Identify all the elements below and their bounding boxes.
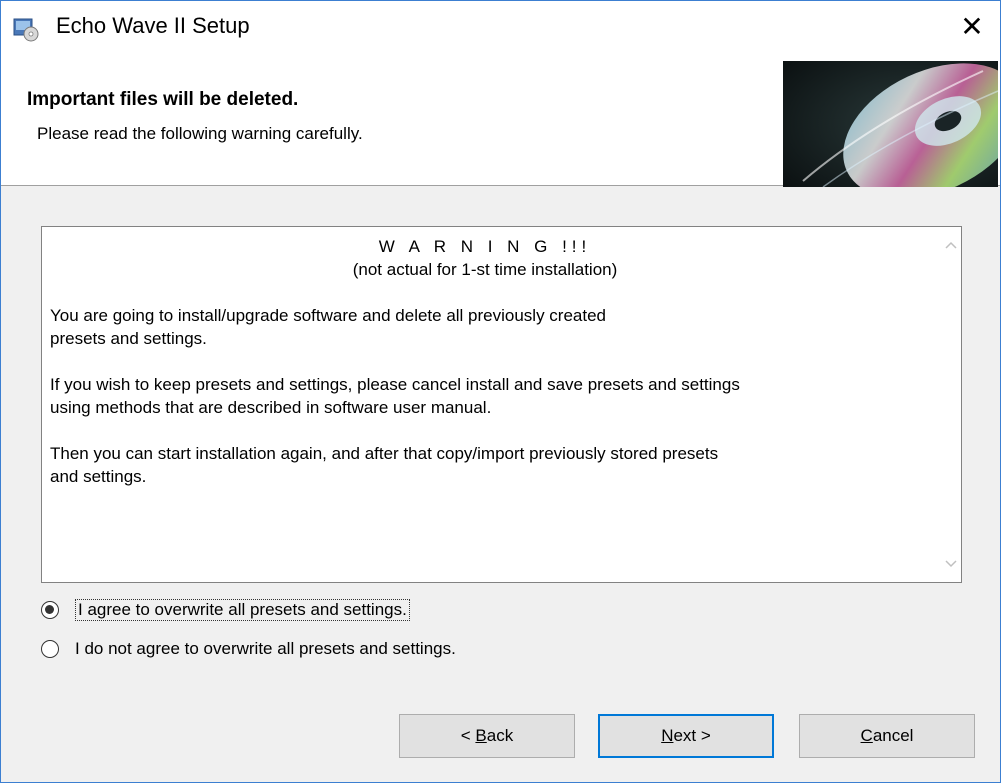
- radio-selected-dot: [45, 605, 54, 614]
- cancel-label: ancel: [872, 726, 914, 745]
- title-bar: Echo Wave II Setup ✕: [1, 1, 1000, 51]
- close-button[interactable]: ✕: [944, 1, 1000, 51]
- radio-disagree[interactable]: I do not agree to overwrite all presets …: [41, 639, 456, 659]
- header-panel: Important files will be deleted. Please …: [1, 51, 1000, 187]
- cancel-accesskey: C: [860, 726, 873, 745]
- window-title: Echo Wave II Setup: [56, 13, 250, 38]
- warning-paragraph: You are going to install/upgrade softwar…: [50, 306, 607, 348]
- header-subtitle: Please read the following warning carefu…: [37, 124, 363, 143]
- next-label: ext >: [673, 726, 711, 745]
- next-accesskey: N: [661, 726, 674, 745]
- radio-button-agree[interactable]: [41, 601, 59, 619]
- cancel-button[interactable]: Cancel: [799, 714, 975, 758]
- header-title: Important files will be deleted.: [27, 89, 299, 110]
- scroll-up-icon[interactable]: [941, 235, 961, 255]
- back-button[interactable]: < Back: [399, 714, 575, 758]
- close-icon[interactable]: ✕: [960, 10, 983, 43]
- radio-agree-label[interactable]: I agree to overwrite all presets and set…: [75, 599, 410, 621]
- next-button[interactable]: Next >: [598, 714, 774, 758]
- radio-button-disagree[interactable]: [41, 640, 59, 658]
- radio-disagree-label[interactable]: I do not agree to overwrite all presets …: [75, 639, 456, 659]
- warning-text: W A R N I N G !!! (not actual for 1-st t…: [50, 235, 920, 488]
- warning-note: (not actual for 1-st time installation): [352, 260, 618, 279]
- setup-window: Echo Wave II Setup ✕ Important files wil…: [0, 0, 1001, 783]
- back-label: ack: [486, 726, 514, 745]
- radio-agree[interactable]: I agree to overwrite all presets and set…: [41, 599, 410, 621]
- back-prefix: <: [460, 726, 476, 745]
- cd-disc-image: [783, 61, 998, 187]
- warning-title: W A R N I N G !!!: [378, 237, 592, 256]
- back-accesskey: B: [475, 726, 487, 745]
- warning-paragraph: Then you can start installation again, a…: [50, 444, 719, 486]
- warning-textbox[interactable]: W A R N I N G !!! (not actual for 1-st t…: [41, 226, 962, 583]
- scroll-down-icon[interactable]: [941, 554, 961, 574]
- vertical-scrollbar[interactable]: [941, 227, 961, 582]
- warning-paragraph: If you wish to keep presets and settings…: [50, 375, 740, 417]
- setup-app-icon: [13, 16, 39, 42]
